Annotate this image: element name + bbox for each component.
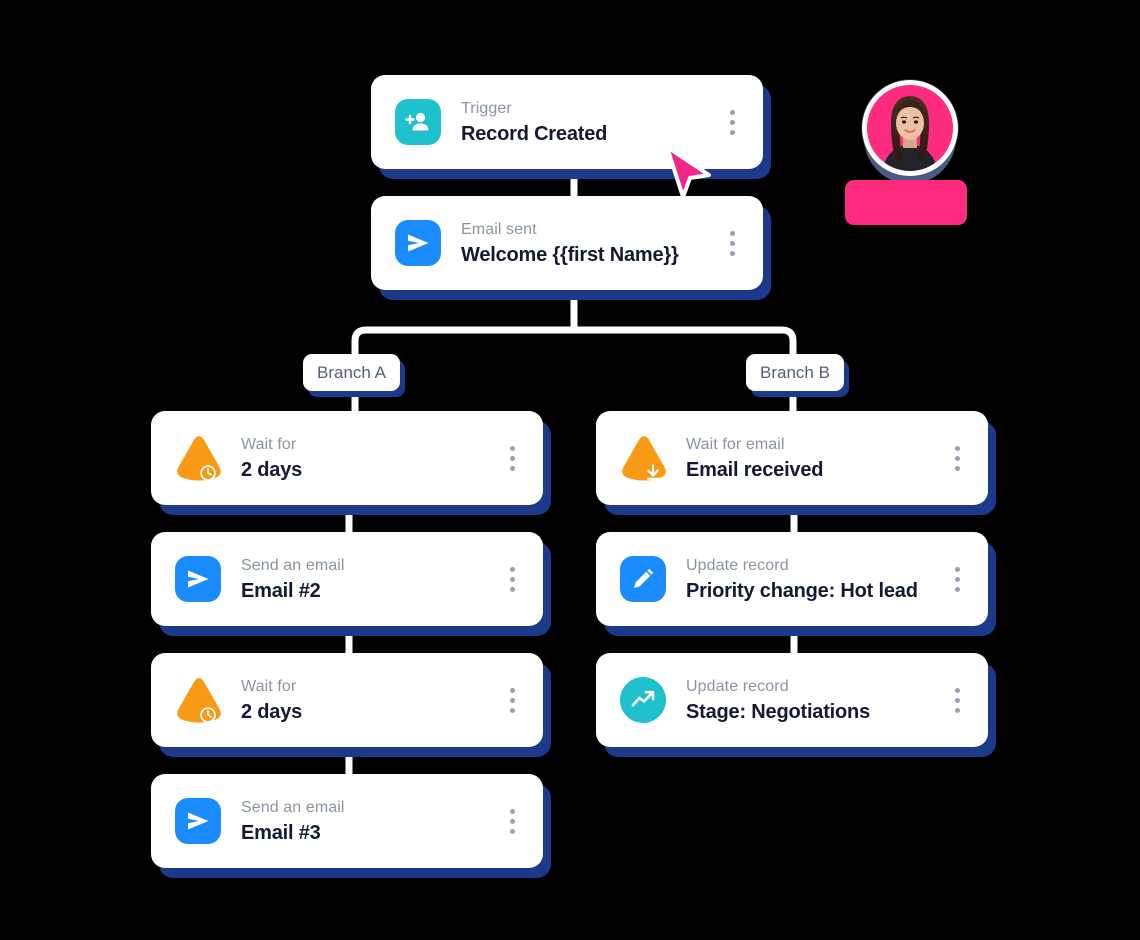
more-vertical-icon[interactable]	[717, 224, 747, 262]
node-title: Email received	[686, 458, 824, 481]
send-icon	[408, 234, 429, 252]
warning-triangle-shape	[175, 435, 221, 481]
trending-up-icon-container	[620, 677, 666, 723]
workflow-node-send-email-3[interactable]: Send an email Email #3	[151, 774, 543, 868]
download-icon	[646, 463, 660, 480]
collaborator-name-tag	[845, 180, 967, 225]
node-text-block: Send an email Email #3	[241, 797, 497, 846]
person-add-icon-container	[395, 99, 441, 145]
node-title: Email #2	[241, 579, 321, 602]
more-vertical-icon[interactable]	[497, 560, 527, 598]
clock-icon-container	[175, 435, 221, 481]
node-text-block: Update record Priority change: Hot lead	[686, 555, 942, 604]
avatar-photo	[867, 85, 953, 171]
node-title: Email #3	[241, 821, 321, 844]
icon-rounded-shape	[395, 99, 441, 145]
workflow-canvas: Trigger Record Created Email sent Welcome {…	[0, 0, 1140, 940]
node-subtitle: Send an email	[241, 556, 345, 574]
node-subtitle: Update record	[686, 556, 789, 574]
more-vertical-icon[interactable]	[497, 681, 527, 719]
more-vertical-icon[interactable]	[942, 560, 972, 598]
workflow-node-send-email-2[interactable]: Send an email Email #2	[151, 532, 543, 626]
node-subtitle: Wait for	[241, 435, 297, 453]
node-text-block: Update record Stage: Negotiations	[686, 676, 942, 725]
clock-icon	[200, 706, 216, 723]
workflow-node-update-priority[interactable]: Update record Priority change: Hot lead	[596, 532, 988, 626]
warning-triangle-shape	[175, 677, 221, 723]
node-text-block: Wait for 2 days	[241, 434, 497, 483]
workflow-node-trigger[interactable]: Trigger Record Created	[371, 75, 763, 169]
workflow-node-email-sent[interactable]: Email sent Welcome {{first Name}}	[371, 196, 763, 290]
send-icon	[188, 812, 209, 830]
icon-rounded-shape	[620, 556, 666, 602]
workflow-node-update-stage[interactable]: Update record Stage: Negotiations	[596, 653, 988, 747]
more-vertical-icon[interactable]	[717, 103, 747, 141]
node-subtitle: Wait for email	[686, 435, 785, 453]
more-vertical-icon[interactable]	[497, 802, 527, 840]
node-title: 2 days	[241, 458, 303, 481]
icon-rounded-shape	[175, 556, 221, 602]
node-text-block: Wait for email Email received	[686, 434, 942, 483]
icon-rounded-shape	[175, 798, 221, 844]
node-subtitle: Wait for	[241, 677, 297, 695]
workflow-node-wait-a2[interactable]: Wait for 2 days	[151, 653, 543, 747]
collaborator-avatar[interactable]	[862, 80, 958, 176]
person-add-icon	[405, 112, 429, 131]
more-vertical-icon[interactable]	[942, 681, 972, 719]
pencil-icon-container	[620, 556, 666, 602]
download-icon-container	[620, 435, 666, 481]
workflow-node-wait-email[interactable]: Wait for email Email received	[596, 411, 988, 505]
trending-up-icon	[631, 690, 655, 707]
icon-circle-shape	[620, 677, 666, 723]
connector-split-bus	[351, 326, 797, 416]
node-title: Record Created	[461, 122, 608, 145]
node-subtitle: Update record	[686, 677, 789, 695]
clock-icon-container	[175, 677, 221, 723]
warning-triangle-shape	[620, 435, 666, 481]
node-text-block: Email sent Welcome {{first Name}}	[461, 219, 717, 268]
send-icon-container	[175, 556, 221, 602]
icon-rounded-shape	[395, 220, 441, 266]
pencil-icon	[634, 568, 654, 588]
node-subtitle: Email sent	[461, 220, 537, 238]
node-title: Priority change: Hot lead	[686, 579, 918, 602]
node-title: Stage: Negotiations	[686, 700, 870, 723]
more-vertical-icon[interactable]	[942, 439, 972, 477]
node-text-block: Trigger Record Created	[461, 98, 717, 147]
node-text-block: Send an email Email #2	[241, 555, 497, 604]
branch-label-branch-b[interactable]: Branch B	[746, 354, 844, 391]
send-icon-container	[395, 220, 441, 266]
node-subtitle: Send an email	[241, 798, 345, 816]
node-title: 2 days	[241, 700, 303, 723]
send-icon-container	[175, 798, 221, 844]
node-text-block: Wait for 2 days	[241, 676, 497, 725]
more-vertical-icon[interactable]	[497, 439, 527, 477]
node-subtitle: Trigger	[461, 99, 512, 117]
workflow-node-wait-a1[interactable]: Wait for 2 days	[151, 411, 543, 505]
send-icon	[188, 570, 209, 588]
node-title: Welcome {{first Name}}	[461, 243, 679, 266]
branch-label-branch-a[interactable]: Branch A	[303, 354, 400, 391]
clock-icon	[200, 464, 216, 481]
